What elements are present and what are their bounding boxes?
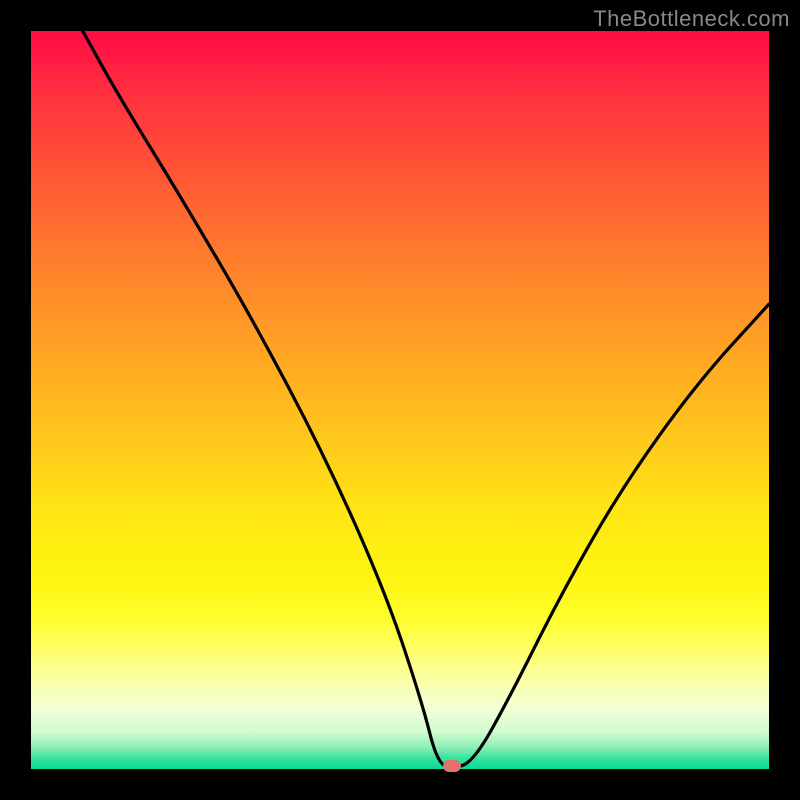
bottleneck-curve <box>31 31 769 769</box>
chart-frame: TheBottleneck.com <box>0 0 800 800</box>
minimum-marker <box>443 760 461 772</box>
watermark-label: TheBottleneck.com <box>593 6 790 32</box>
plot-area <box>31 31 769 769</box>
